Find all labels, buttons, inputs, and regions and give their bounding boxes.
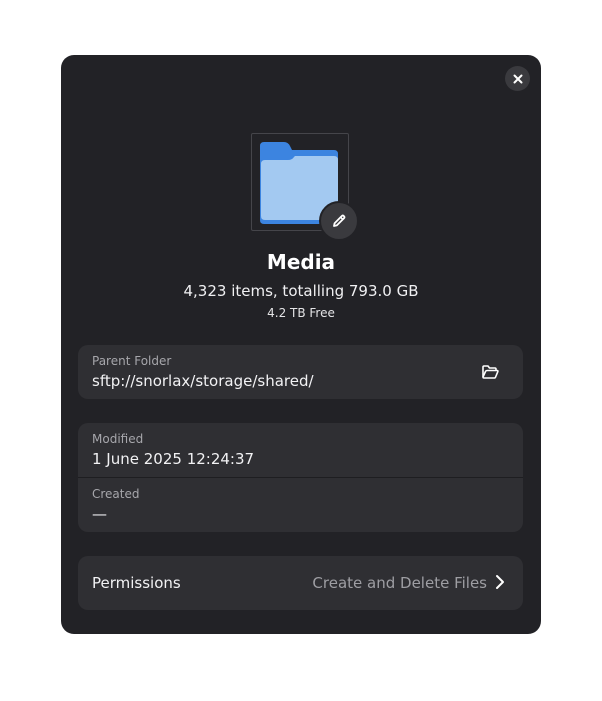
folder-open-icon bbox=[481, 365, 499, 379]
permissions-row[interactable]: Permissions Create and Delete Files bbox=[78, 556, 523, 610]
parent-folder-row: Parent Folder sftp://snorlax/storage/sha… bbox=[78, 345, 523, 399]
chevron-right-icon bbox=[496, 575, 504, 589]
properties-dialog: Media 4,323 items, totalling 793.0 GB 4.… bbox=[61, 55, 541, 634]
parent-folder-label: Parent Folder bbox=[92, 354, 172, 368]
divider bbox=[78, 477, 523, 478]
permissions-label: Permissions bbox=[92, 574, 181, 592]
modified-label: Modified bbox=[92, 432, 144, 446]
edit-icon-button[interactable] bbox=[319, 201, 359, 241]
folder-summary: 4,323 items, totalling 793.0 GB bbox=[183, 282, 419, 300]
created-label: Created bbox=[92, 487, 140, 501]
created-value: — bbox=[92, 505, 107, 523]
parent-folder-value: sftp://snorlax/storage/shared/ bbox=[92, 372, 314, 390]
folder-name: Media bbox=[266, 250, 336, 274]
close-icon bbox=[513, 74, 522, 83]
permissions-value: Create and Delete Files bbox=[312, 574, 487, 592]
free-space: 4.2 TB Free bbox=[267, 306, 335, 320]
modified-value: 1 June 2025 12:24:37 bbox=[92, 450, 255, 468]
close-button[interactable] bbox=[505, 66, 530, 91]
pencil-icon bbox=[333, 214, 346, 227]
open-parent-folder-button[interactable] bbox=[478, 360, 502, 384]
dates-card: Modified 1 June 2025 12:24:37 Created — bbox=[78, 423, 523, 532]
